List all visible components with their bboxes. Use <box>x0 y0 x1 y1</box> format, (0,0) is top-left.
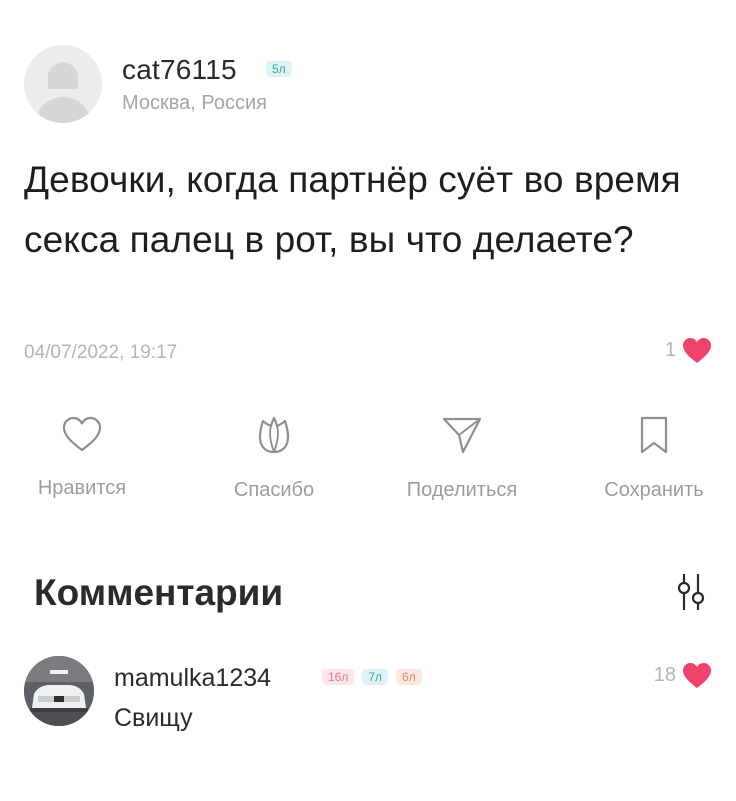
comments-title: Комментарии <box>34 572 284 613</box>
save-button[interactable]: Сохранить <box>584 415 724 502</box>
comment-author-username[interactable]: mamulka1234 <box>114 664 271 693</box>
post-like-count-value: 1 <box>664 339 676 361</box>
comments-filter-button[interactable] <box>676 570 706 621</box>
post-date: 04/07/2022, 19:17 <box>24 342 178 363</box>
heart-filled-icon <box>683 663 711 688</box>
author-location: Москва, Россия <box>122 92 267 114</box>
heart-outline-icon <box>62 416 102 452</box>
save-button-label: Сохранить <box>604 479 704 501</box>
thanks-button[interactable]: Спасибо <box>204 415 344 502</box>
child-age-badge: 7л <box>362 669 389 685</box>
child-age-badge: 16л <box>322 669 355 685</box>
tulip-icon <box>258 416 290 454</box>
share-button-label: Поделиться <box>406 479 518 501</box>
default-avatar-icon <box>24 45 102 123</box>
comment-author-avatar[interactable] <box>24 656 94 726</box>
filter-sliders-icon <box>677 574 705 610</box>
like-button-label: Нравится <box>37 477 127 499</box>
post-text: Девочки, когда партнёр суёт во время сек… <box>24 159 681 260</box>
heart-filled-icon <box>683 338 711 363</box>
thanks-button-label: Спасибо <box>233 479 315 501</box>
comment-author-badges: 16л 7л 6л <box>322 669 422 685</box>
like-button[interactable]: Нравится <box>12 415 152 500</box>
post-like-count: 1 <box>665 337 712 364</box>
comment-like-count: 18 <box>653 664 676 686</box>
share-button[interactable]: Поделиться <box>392 415 532 502</box>
author-age-badge: 5л <box>266 61 292 77</box>
child-age-badge: 6л <box>396 669 422 685</box>
comment-text: Свищу <box>114 704 193 732</box>
paper-plane-icon <box>442 417 482 454</box>
comment-like-button[interactable]: 18 <box>654 662 712 689</box>
author-username[interactable]: cat76115 <box>122 54 237 86</box>
car-photo-avatar <box>24 656 94 726</box>
bookmark-icon <box>640 416 668 454</box>
author-avatar[interactable] <box>24 45 102 123</box>
